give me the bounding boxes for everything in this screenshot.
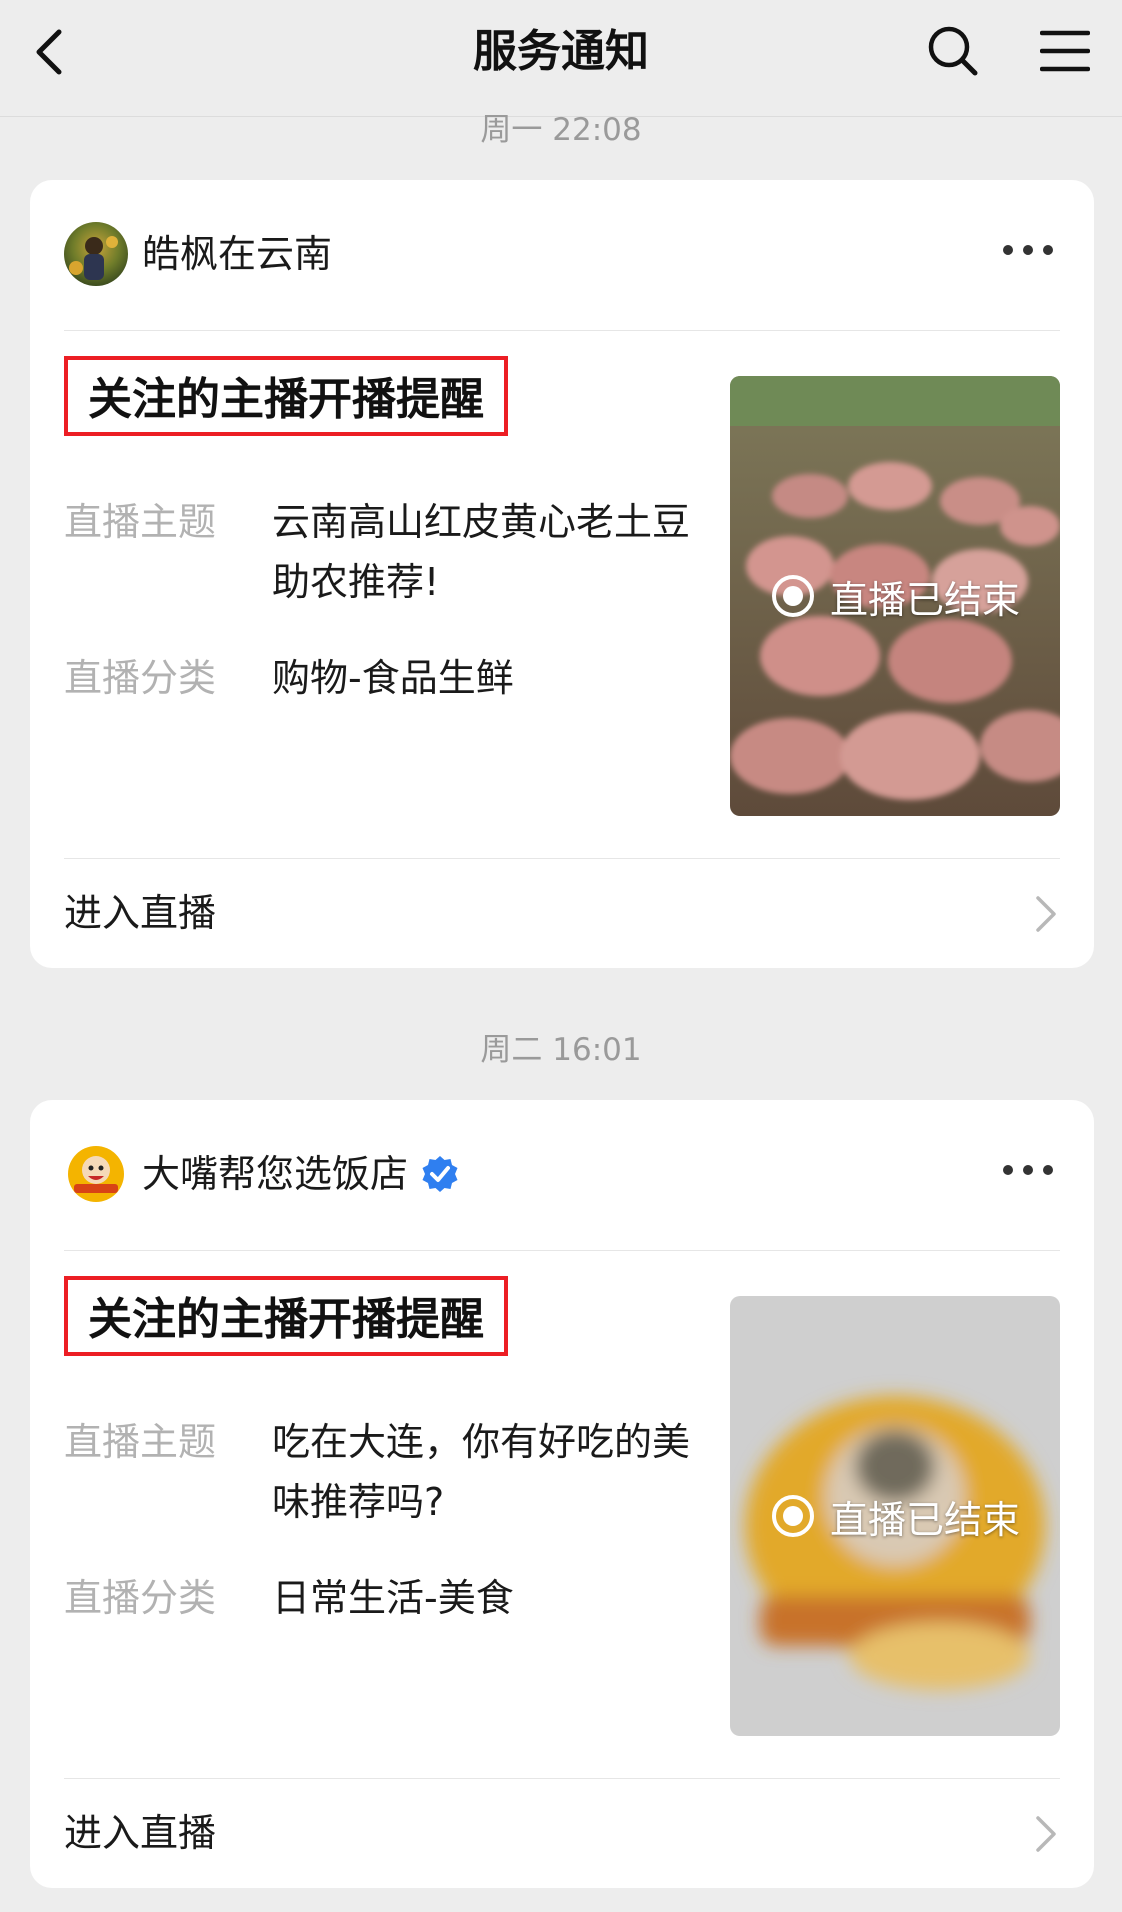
enter-live-button[interactable]: 进入直播 bbox=[64, 1778, 1060, 1888]
account-name: 大嘴帮您选饭店 bbox=[142, 1152, 409, 1196]
live-status-text: 直播已结束 bbox=[829, 577, 1020, 622]
notification-card[interactable]: 大嘴帮您选饭店 关注的主播开播提醒 直播主题 吃在大连，你有好吃的美味推荐吗? … bbox=[30, 1100, 1094, 1888]
more-options-button[interactable] bbox=[998, 230, 1058, 270]
menu-icon bbox=[1040, 30, 1090, 72]
topic-label: 直播主题 bbox=[64, 500, 217, 544]
enter-live-button[interactable]: 进入直播 bbox=[64, 858, 1060, 968]
account-name-row[interactable]: 大嘴帮您选饭店 bbox=[142, 1142, 460, 1206]
topic-value: 吃在大连，你有好吃的美味推荐吗? bbox=[272, 1420, 691, 1524]
card-header: 皓枫在云南 bbox=[30, 180, 1094, 330]
category-label: 直播分类 bbox=[64, 656, 217, 700]
account-name: 皓枫在云南 bbox=[142, 232, 333, 276]
category-value: 购物-食品生鲜 bbox=[272, 656, 514, 700]
avatar[interactable] bbox=[64, 222, 128, 286]
menu-button[interactable] bbox=[1034, 20, 1096, 82]
account-name-row[interactable]: 皓枫在云南 bbox=[142, 222, 332, 286]
avatar-image bbox=[64, 1142, 128, 1206]
more-icon bbox=[1003, 1165, 1053, 1175]
topic-label: 直播主题 bbox=[64, 1420, 217, 1464]
top-nav-bar: 服务通知 bbox=[0, 0, 1122, 117]
more-icon bbox=[1003, 245, 1053, 255]
category-value: 日常生活-美食 bbox=[272, 1576, 514, 1620]
live-thumbnail[interactable]: 直播已结束 bbox=[730, 376, 1060, 816]
divider bbox=[64, 330, 1060, 331]
live-thumbnail[interactable]: 直播已结束 bbox=[730, 1296, 1060, 1736]
category-label: 直播分类 bbox=[64, 1576, 217, 1620]
live-ended-icon bbox=[771, 575, 814, 617]
enter-live-label: 进入直播 bbox=[64, 891, 217, 935]
divider bbox=[64, 1250, 1060, 1251]
search-icon bbox=[928, 26, 978, 76]
chevron-right-icon bbox=[1036, 1816, 1056, 1852]
live-status-text: 直播已结束 bbox=[829, 1497, 1020, 1542]
notice-title: 关注的主播开播提醒 bbox=[64, 1276, 508, 1356]
message-timestamp: 周二 16:01 bbox=[480, 1032, 642, 1068]
verified-badge-icon bbox=[422, 1156, 458, 1192]
notice-title: 关注的主播开播提醒 bbox=[64, 356, 508, 436]
live-status-overlay: 直播已结束 bbox=[730, 376, 1060, 816]
notification-card[interactable]: 皓枫在云南 关注的主播开播提醒 直播主题 云南高山红皮黄心老土豆助农推荐! 直播… bbox=[30, 180, 1094, 968]
search-button[interactable] bbox=[922, 20, 984, 82]
chevron-right-icon bbox=[1036, 896, 1056, 932]
card-header: 大嘴帮您选饭店 bbox=[30, 1100, 1094, 1250]
avatar[interactable] bbox=[64, 1142, 128, 1206]
enter-live-label: 进入直播 bbox=[64, 1811, 217, 1855]
more-options-button[interactable] bbox=[998, 1150, 1058, 1190]
message-timestamp: 周一 22:08 bbox=[480, 112, 642, 148]
live-status-overlay: 直播已结束 bbox=[730, 1296, 1060, 1736]
topic-value: 云南高山红皮黄心老土豆助农推荐! bbox=[272, 500, 691, 604]
avatar-image bbox=[64, 222, 128, 286]
live-ended-icon bbox=[771, 1495, 814, 1537]
